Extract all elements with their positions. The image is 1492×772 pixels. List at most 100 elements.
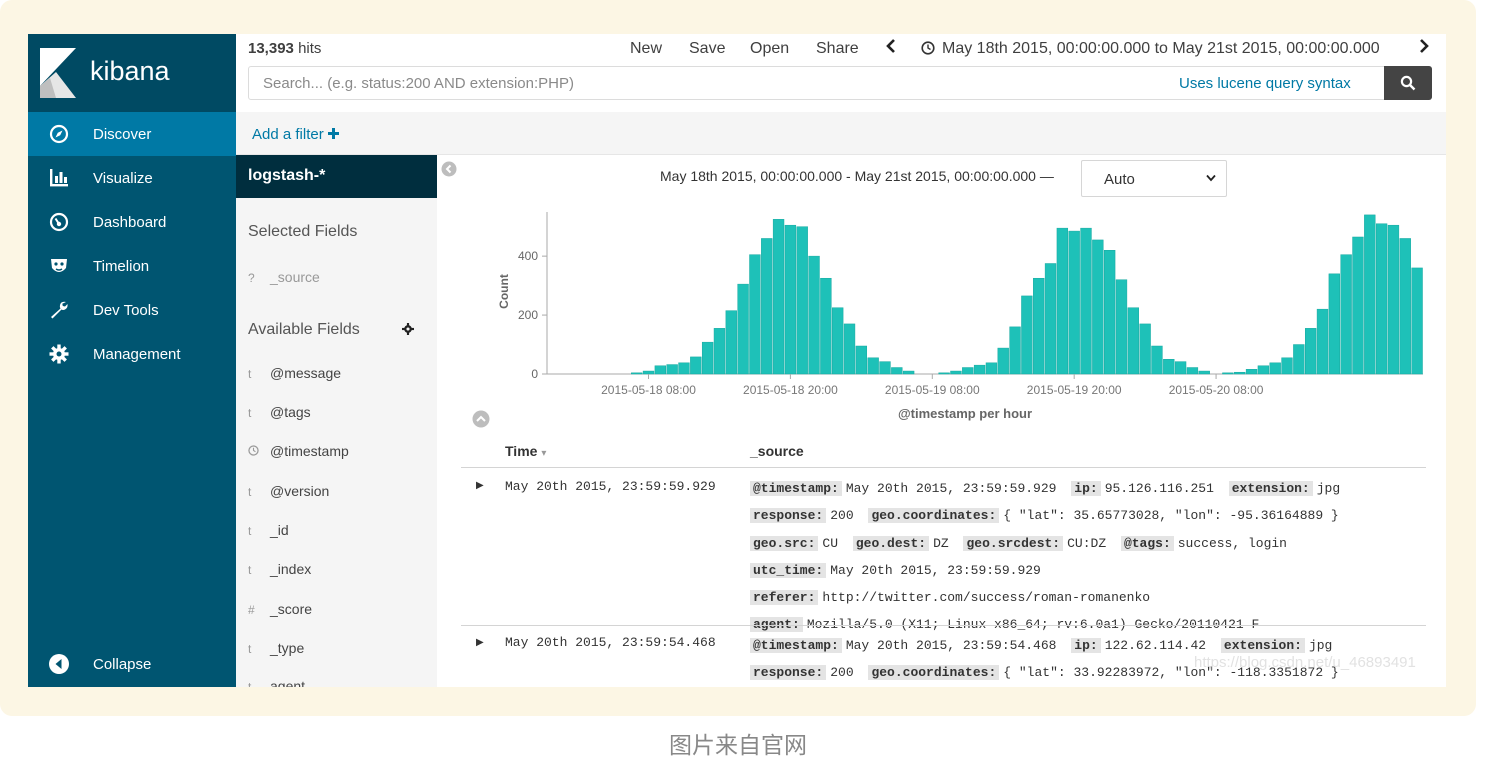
field-item-index[interactable]: t _index <box>248 561 311 577</box>
histogram-time-range: May 18th 2015, 00:00:00.000 - May 21st 2… <box>660 168 1054 184</box>
search-button[interactable] <box>1384 66 1432 100</box>
share-button[interactable]: Share <box>816 40 859 58</box>
expand-row-icon[interactable]: ▶ <box>476 637 484 648</box>
time-next-button[interactable] <box>1418 38 1430 59</box>
sidebar-collapse-button[interactable] <box>441 161 457 182</box>
histogram-bar <box>938 372 950 375</box>
field-item-version[interactable]: t @version <box>248 483 329 499</box>
histogram-bar <box>1352 236 1364 375</box>
field-item-agent[interactable]: t agent <box>248 678 305 687</box>
hits-counter: 13,393 hits <box>248 40 321 57</box>
plus-icon <box>327 128 339 139</box>
histogram-bar <box>796 226 808 375</box>
collapse-nav-button[interactable]: Collapse <box>28 642 236 686</box>
nav-item-visualize[interactable]: Visualize <box>28 156 236 200</box>
new-button[interactable]: New <box>630 40 662 58</box>
open-button[interactable]: Open <box>750 40 789 58</box>
field-item-score[interactable]: # _score <box>248 601 312 617</box>
x-tick-label: 2015-05-18 20:00 <box>743 383 838 397</box>
field-type-string-icon: t <box>248 524 252 538</box>
source-field-key: geo.coordinates: <box>868 665 1000 681</box>
histogram-bar <box>1056 227 1069 375</box>
field-item-tags[interactable]: t @tags <box>248 404 311 420</box>
nav-label: Dashboard <box>93 213 167 231</box>
source-field-key: @timestamp: <box>750 638 842 653</box>
field-settings-gear-icon[interactable] <box>402 322 414 340</box>
left-nav: kibana Discover Visualize Dashboard Time… <box>28 34 236 687</box>
histogram-bar <box>678 362 690 375</box>
histogram-bar <box>642 370 655 375</box>
field-type-unknown-icon: ? <box>248 271 255 285</box>
search-input[interactable] <box>249 67 1169 99</box>
hits-label: hits <box>298 40 322 57</box>
time-range-picker[interactable]: May 18th 2015, 00:00:00.000 to May 21st … <box>942 40 1380 58</box>
histogram-bar <box>749 254 761 375</box>
watermark: https://blog.csdn.net/u_46893491 <box>1194 654 1416 671</box>
field-name: _source <box>270 269 320 285</box>
lucene-syntax-link[interactable]: Uses lucene query syntax <box>1179 75 1351 92</box>
row-time: May 20th 2015, 23:59:54.468 <box>505 635 716 650</box>
source-field-key: utc_time: <box>750 562 827 578</box>
column-header-time[interactable]: Time ▾ <box>505 443 546 459</box>
column-header-source[interactable]: _source <box>750 443 804 459</box>
chart-toggle-button[interactable] <box>472 410 490 433</box>
kibana-logo[interactable]: kibana <box>28 34 236 112</box>
wrench-icon <box>48 299 70 321</box>
search-icon <box>1400 75 1416 91</box>
field-type-string-icon: t <box>248 367 252 381</box>
histogram-bar <box>1375 223 1388 375</box>
figure-caption: 图片来自官网 <box>669 733 807 759</box>
source-field-key: response: <box>750 508 827 524</box>
bar-chart-icon <box>48 167 70 189</box>
nav-item-discover[interactable]: Discover <box>28 112 236 156</box>
selected-fields-heading: Selected Fields <box>248 223 358 240</box>
field-item-timestamp[interactable]: @timestamp <box>248 443 349 459</box>
histogram-bar <box>1316 308 1329 375</box>
histogram-bar <box>1068 230 1080 375</box>
expand-row-icon[interactable]: ▶ <box>476 480 484 491</box>
y-axis-title: Count <box>497 274 511 309</box>
add-filter-label: Add a filter <box>252 126 324 143</box>
histogram-bar <box>1080 227 1092 375</box>
field-item-id[interactable]: t _id <box>248 522 289 538</box>
kibana-logo-icon <box>40 48 76 98</box>
source-field-value: DZ <box>933 535 949 551</box>
histogram-chart[interactable]: 0 200 400 Count 2015-05-18 08:00 2015-05-18 2… <box>458 204 1438 424</box>
chevron-down-icon <box>1206 170 1216 185</box>
add-filter-button[interactable]: Add a filter <box>252 126 339 143</box>
kibana-app: kibana Discover Visualize Dashboard Time… <box>28 34 1446 687</box>
histogram-bar <box>1328 273 1340 375</box>
hits-count: 13,393 <box>248 40 294 57</box>
histogram-bar <box>666 364 678 375</box>
source-field-value: May 20th 2015, 23:59:59.929 <box>830 562 1041 578</box>
nav-item-dashboard[interactable]: Dashboard <box>28 200 236 244</box>
source-field-key: ip: <box>1071 481 1101 496</box>
nav-item-dev-tools[interactable]: Dev Tools <box>28 288 236 332</box>
nav-label: Visualize <box>93 169 153 187</box>
nav-item-management[interactable]: Management <box>28 332 236 376</box>
nav-item-timelion[interactable]: Timelion <box>28 244 236 288</box>
field-name: _index <box>270 561 312 577</box>
source-field-key: response: <box>750 665 827 681</box>
histogram-bar <box>1103 250 1116 375</box>
table-header-divider <box>461 467 1426 468</box>
histogram-bar <box>879 361 891 375</box>
histogram-bar <box>1411 267 1423 375</box>
field-name: @message <box>270 365 342 381</box>
interval-select[interactable]: Auto <box>1081 160 1227 197</box>
field-item-type[interactable]: t _type <box>248 640 304 656</box>
source-field-value: May 20th 2015, 23:59:59.929 <box>845 481 1057 496</box>
field-item-source[interactable]: ? _source <box>248 269 320 285</box>
field-name: _score <box>270 601 313 617</box>
histogram-bar <box>1127 307 1139 375</box>
save-button[interactable]: Save <box>689 40 725 58</box>
histogram-bar <box>843 323 856 375</box>
field-name: agent <box>270 678 306 687</box>
field-item-message[interactable]: t @message <box>248 365 341 381</box>
histogram-bar <box>690 356 702 375</box>
field-type-string-icon: t <box>248 642 252 656</box>
source-field-key: geo.src: <box>750 535 819 551</box>
time-prev-button[interactable] <box>885 38 897 59</box>
histogram-bar <box>1009 326 1021 375</box>
index-pattern-selector[interactable]: logstash-* <box>236 155 437 198</box>
